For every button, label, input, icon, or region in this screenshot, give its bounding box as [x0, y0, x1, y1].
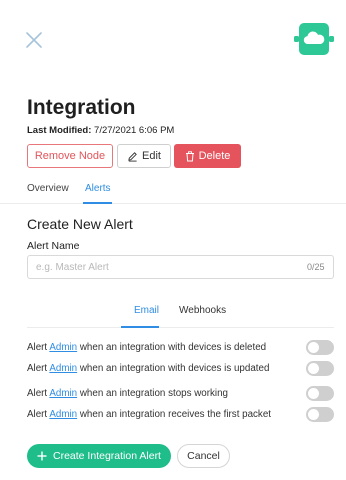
delete-button[interactable]: Delete: [174, 144, 241, 168]
alert-prefix: Alert: [27, 388, 48, 399]
plus-icon: [37, 451, 47, 461]
subtab-webhooks[interactable]: Webhooks: [179, 305, 226, 316]
alert-text: Alert Admin when an integration stops wo…: [27, 388, 228, 399]
delete-label: Delete: [198, 150, 231, 162]
active-subtab-indicator: [121, 326, 159, 328]
admin-link[interactable]: Admin: [49, 409, 77, 420]
alert-toggle-deleted[interactable]: [306, 340, 334, 355]
alert-row-updated: Alert Admin when an integration with dev…: [27, 361, 334, 377]
alert-toggle-updated[interactable]: [306, 361, 334, 376]
alert-description: when an integration with devices is upda…: [79, 363, 270, 374]
alert-row-deleted: Alert Admin when an integration with dev…: [27, 340, 334, 356]
alert-prefix: Alert: [27, 342, 48, 353]
remove-node-button[interactable]: Remove Node: [27, 144, 113, 168]
alert-name-label: Alert Name: [27, 240, 80, 252]
admin-link[interactable]: Admin: [49, 342, 77, 353]
page-title: Integration: [27, 96, 136, 119]
alert-name-char-count: 0/25: [307, 262, 325, 272]
admin-link[interactable]: Admin: [49, 388, 77, 399]
tab-alerts[interactable]: Alerts: [85, 183, 111, 194]
cancel-button[interactable]: Cancel: [177, 444, 230, 468]
active-tab-indicator: [83, 202, 112, 204]
edit-label: Edit: [142, 150, 161, 162]
alert-description: when an integration receives the first p…: [79, 409, 272, 420]
alert-row-stops-working: Alert Admin when an integration stops wo…: [27, 386, 334, 402]
alert-description: when an integration with devices is dele…: [79, 342, 267, 353]
toggle-knob: [308, 409, 319, 420]
subtab-divider: [27, 327, 334, 328]
alert-prefix: Alert: [27, 409, 48, 420]
trash-icon: [185, 150, 194, 161]
pencil-icon: [128, 151, 137, 162]
alert-text: Alert Admin when an integration with dev…: [27, 363, 269, 374]
toggle-knob: [308, 342, 319, 353]
detail-tabs: Overview Alerts: [0, 180, 346, 204]
alert-text: Alert Admin when an integration receives…: [27, 409, 271, 420]
toggle-knob: [308, 388, 319, 399]
last-modified-label: Last Modified:: [27, 125, 92, 136]
last-modified: Last Modified: 7/27/2021 6:06 PM: [27, 125, 174, 136]
remove-node-label: Remove Node: [34, 150, 106, 162]
cancel-label: Cancel: [187, 450, 220, 462]
alert-name-input[interactable]: [27, 255, 334, 279]
close-icon: [26, 32, 42, 48]
integration-node-icon: [294, 20, 334, 58]
alert-toggle-stops-working[interactable]: [306, 386, 334, 401]
last-modified-value: 7/27/2021 6:06 PM: [94, 125, 175, 136]
close-button[interactable]: [24, 30, 44, 50]
tab-overview[interactable]: Overview: [27, 183, 69, 194]
subtab-email[interactable]: Email: [134, 305, 159, 316]
toggle-knob: [308, 363, 319, 374]
admin-link[interactable]: Admin: [49, 363, 77, 374]
create-integration-alert-button[interactable]: Create Integration Alert: [27, 444, 171, 468]
alert-toggle-first-packet[interactable]: [306, 407, 334, 422]
edit-button[interactable]: Edit: [117, 144, 171, 168]
create-integration-alert-label: Create Integration Alert: [53, 450, 161, 462]
create-alert-heading: Create New Alert: [27, 216, 133, 232]
alert-description: when an integration stops working: [79, 388, 228, 399]
alert-row-first-packet: Alert Admin when an integration receives…: [27, 407, 334, 423]
alert-prefix: Alert: [27, 363, 48, 374]
alert-text: Alert Admin when an integration with dev…: [27, 342, 266, 353]
cloud-icon: [294, 23, 334, 55]
